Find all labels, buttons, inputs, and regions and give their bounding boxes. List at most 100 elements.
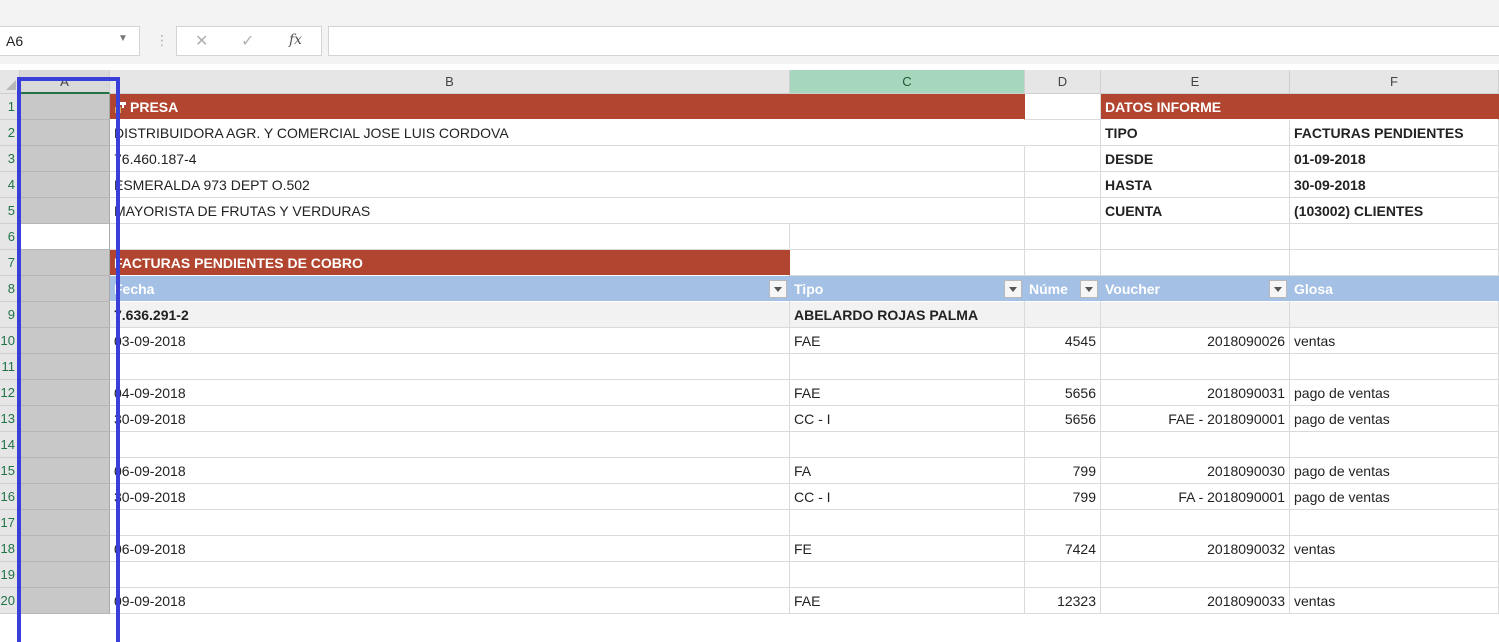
filter-dropdown-icon[interactable] [769, 280, 787, 298]
row-numero[interactable]: 799 [1025, 484, 1101, 510]
row-header[interactable]: 12 [0, 380, 20, 406]
column-header-c[interactable]: C [790, 70, 1025, 94]
row-header[interactable]: 14 [0, 432, 20, 458]
cell-a7[interactable] [20, 250, 110, 276]
cell-a12[interactable] [20, 380, 110, 406]
row-tipo[interactable]: FE [790, 536, 1025, 562]
cancel-icon[interactable]: ✕ [195, 31, 208, 51]
row-header[interactable]: 20 [0, 588, 20, 614]
cell-c6[interactable] [790, 224, 1025, 250]
row-glosa[interactable]: pago de ventas [1290, 380, 1499, 406]
cell-f11[interactable] [1290, 354, 1499, 380]
cell-b14[interactable] [110, 432, 790, 458]
cell-a3[interactable] [20, 146, 110, 172]
row-numero[interactable]: 7424 [1025, 536, 1101, 562]
cell-d4[interactable] [1025, 172, 1101, 198]
row-header[interactable]: 4 [0, 172, 20, 198]
cell-d14[interactable] [1025, 432, 1101, 458]
cell-d11[interactable] [1025, 354, 1101, 380]
row-glosa[interactable]: pago de ventas [1290, 406, 1499, 432]
cell-e6[interactable] [1101, 224, 1290, 250]
row-tipo[interactable]: FAE [790, 588, 1025, 614]
row-fecha[interactable]: 04-09-2018 [110, 380, 790, 406]
cell-d9[interactable] [1025, 302, 1101, 328]
report-header-cell[interactable]: DATOS INFORME [1101, 94, 1499, 120]
cell-f6[interactable] [1290, 224, 1499, 250]
cell-b6[interactable] [110, 224, 790, 250]
header-fecha[interactable]: Fecha [110, 276, 790, 302]
cell-d2[interactable] [1025, 120, 1101, 146]
cell-d19[interactable] [1025, 562, 1101, 588]
name-box[interactable]: A6 ▼ [0, 26, 140, 56]
row-voucher[interactable]: FAE - 2018090001 [1101, 406, 1290, 432]
cell-a17[interactable] [20, 510, 110, 536]
row-header[interactable]: 13 [0, 406, 20, 432]
cell-e7[interactable] [1101, 250, 1290, 276]
row-glosa[interactable]: pago de ventas [1290, 458, 1499, 484]
cell-a5[interactable] [20, 198, 110, 224]
cell-a14[interactable] [20, 432, 110, 458]
cell-c19[interactable] [790, 562, 1025, 588]
cell-b19[interactable] [110, 562, 790, 588]
cell-c11[interactable] [790, 354, 1025, 380]
row-fecha[interactable]: 09-09-2018 [110, 588, 790, 614]
row-tipo[interactable]: FAE [790, 380, 1025, 406]
header-tipo[interactable]: Tipo [790, 276, 1025, 302]
row-fecha[interactable]: 30-09-2018 [110, 484, 790, 510]
cell-d3[interactable] [1025, 146, 1101, 172]
column-header-a[interactable]: A [20, 70, 110, 94]
row-voucher[interactable]: 2018090031 [1101, 380, 1290, 406]
cell-e19[interactable] [1101, 562, 1290, 588]
cell-a20[interactable] [20, 588, 110, 614]
cell-e11[interactable] [1101, 354, 1290, 380]
report-hasta-label[interactable]: HASTA [1101, 172, 1290, 198]
row-voucher[interactable]: 2018090026 [1101, 328, 1290, 354]
cell-d7[interactable] [1025, 250, 1101, 276]
row-header[interactable]: 7 [0, 250, 20, 276]
row-voucher[interactable]: 2018090030 [1101, 458, 1290, 484]
formula-input[interactable] [328, 26, 1499, 56]
active-cell-a6[interactable] [20, 224, 110, 250]
cell-a8[interactable] [20, 276, 110, 302]
group-name[interactable]: ABELARDO ROJAS PALMA [790, 302, 1025, 328]
report-desde-value[interactable]: 01-09-2018 [1290, 146, 1499, 172]
cell-c14[interactable] [790, 432, 1025, 458]
cell-d1[interactable] [1025, 94, 1101, 120]
cell-f7[interactable] [1290, 250, 1499, 276]
column-header-d[interactable]: D [1025, 70, 1101, 94]
header-glosa[interactable]: Glosa [1290, 276, 1499, 302]
report-desde-label[interactable]: DESDE [1101, 146, 1290, 172]
column-header-f[interactable]: F [1290, 70, 1499, 94]
cell-e14[interactable] [1101, 432, 1290, 458]
cell-e17[interactable] [1101, 510, 1290, 536]
cell-d6[interactable] [1025, 224, 1101, 250]
row-header[interactable]: 2 [0, 120, 20, 146]
filter-dropdown-icon[interactable] [1004, 280, 1022, 298]
row-header[interactable]: 5 [0, 198, 20, 224]
filter-dropdown-icon[interactable] [1269, 280, 1287, 298]
row-glosa[interactable]: ventas [1290, 328, 1499, 354]
cell-a18[interactable] [20, 536, 110, 562]
row-tipo[interactable]: CC - I [790, 484, 1025, 510]
group-rut[interactable]: 7.636.291-2 [110, 302, 790, 328]
insert-function-icon[interactable]: fx [289, 32, 302, 48]
row-numero[interactable]: 5656 [1025, 380, 1101, 406]
row-fecha[interactable]: 06-09-2018 [110, 458, 790, 484]
chevron-down-icon[interactable]: ▼ [118, 33, 128, 44]
row-header[interactable]: 1 [0, 94, 20, 120]
row-tipo[interactable]: CC - I [790, 406, 1025, 432]
row-numero[interactable]: 12323 [1025, 588, 1101, 614]
row-header[interactable]: 18 [0, 536, 20, 562]
cell-a2[interactable] [20, 120, 110, 146]
cell-a10[interactable] [20, 328, 110, 354]
filter-dropdown-icon[interactable] [1080, 280, 1098, 298]
cell-a4[interactable] [20, 172, 110, 198]
row-header[interactable]: 3 [0, 146, 20, 172]
report-tipo-value[interactable]: FACTURAS PENDIENTES [1290, 120, 1499, 146]
report-cuenta-label[interactable]: CUENTA [1101, 198, 1290, 224]
cell-f9[interactable] [1290, 302, 1499, 328]
row-header[interactable]: 15 [0, 458, 20, 484]
cell-a1[interactable] [20, 94, 110, 120]
row-header[interactable]: 19 [0, 562, 20, 588]
cell-d5[interactable] [1025, 198, 1101, 224]
